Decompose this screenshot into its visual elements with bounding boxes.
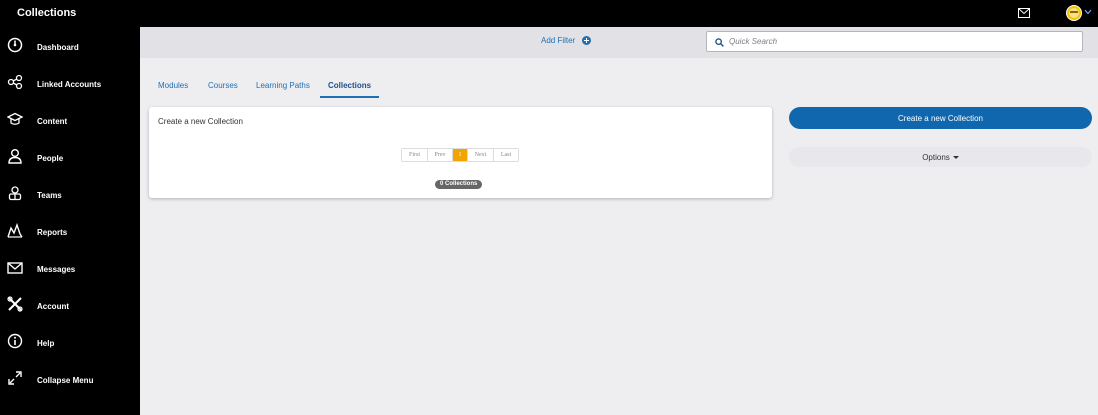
envelope-icon (7, 262, 23, 274)
sidebar-item-label: Teams (37, 191, 62, 200)
sidebar-item-label: Help (37, 339, 55, 348)
sidebar: Dashboard Linked Accounts Content People (0, 27, 140, 415)
sidebar-item-label: People (37, 154, 64, 163)
create-collection-button[interactable]: Create a new Collection (789, 107, 1092, 129)
collections-panel: Create a new Collection First Prev 1 Nex… (149, 107, 772, 198)
filter-bar: Add Filter (140, 27, 1098, 58)
tab-courses[interactable]: Courses (208, 78, 238, 98)
options-label: Options (922, 152, 950, 162)
top-bar: Collections (0, 0, 1098, 27)
graduation-cap-icon (7, 112, 23, 125)
sidebar-item-linked-accounts[interactable]: Linked Accounts (0, 66, 140, 103)
pagination: First Prev 1 Next Last (401, 148, 519, 162)
tab-learning-paths[interactable]: Learning Paths (256, 78, 310, 98)
sidebar-item-label: Messages (37, 265, 76, 274)
sidebar-item-dashboard[interactable]: Dashboard (0, 29, 140, 66)
sidebar-item-teams[interactable]: Teams (0, 177, 140, 214)
search-icon (715, 38, 724, 47)
mail-icon[interactable] (1018, 8, 1030, 18)
quick-search[interactable] (706, 31, 1083, 52)
avatar-face-icon (1069, 8, 1079, 18)
sidebar-item-collapse-menu[interactable]: Collapse Menu (0, 362, 140, 399)
chevron-down-icon[interactable] (1084, 9, 1092, 15)
dashboard-icon (7, 37, 23, 53)
page-prev-button[interactable]: Prev (428, 149, 453, 161)
info-icon (7, 333, 23, 349)
sidebar-item-reports[interactable]: Reports (0, 214, 140, 251)
sidebar-item-label: Account (37, 302, 69, 311)
page-first-button[interactable]: First (402, 149, 428, 161)
page-current-button[interactable]: 1 (453, 149, 468, 161)
page-next-button[interactable]: Next (468, 149, 494, 161)
teams-icon (8, 186, 22, 201)
collections-count-badge: 0 Collections (435, 180, 483, 189)
options-dropdown[interactable]: Options (789, 147, 1092, 167)
page-last-button[interactable]: Last (494, 149, 518, 161)
sidebar-item-messages[interactable]: Messages (0, 251, 140, 288)
tab-modules[interactable]: Modules (158, 78, 188, 98)
page-title: Collections (17, 7, 77, 19)
search-input[interactable] (729, 35, 1074, 48)
sidebar-item-label: Content (37, 117, 68, 126)
sidebar-item-label: Collapse Menu (37, 376, 94, 385)
linked-accounts-icon (7, 74, 23, 90)
sidebar-item-account[interactable]: Account (0, 288, 140, 325)
collapse-icon (8, 371, 22, 385)
sidebar-item-content[interactable]: Content (0, 103, 140, 140)
create-collection-link[interactable]: Create a new Collection (158, 117, 243, 126)
sidebar-item-label: Reports (37, 228, 68, 237)
caret-down-icon (952, 155, 959, 159)
avatar[interactable] (1066, 5, 1082, 21)
add-filter-plus-icon[interactable] (582, 36, 591, 45)
sidebar-item-label: Dashboard (37, 43, 79, 52)
sidebar-item-label: Linked Accounts (37, 80, 102, 89)
tools-icon (7, 296, 23, 312)
sidebar-item-people[interactable]: People (0, 140, 140, 177)
tab-collections[interactable]: Collections (320, 78, 380, 98)
sidebar-item-help[interactable]: Help (0, 325, 140, 362)
person-icon (8, 149, 22, 164)
add-filter-link[interactable]: Add Filter (541, 36, 575, 45)
reports-icon (7, 222, 23, 238)
